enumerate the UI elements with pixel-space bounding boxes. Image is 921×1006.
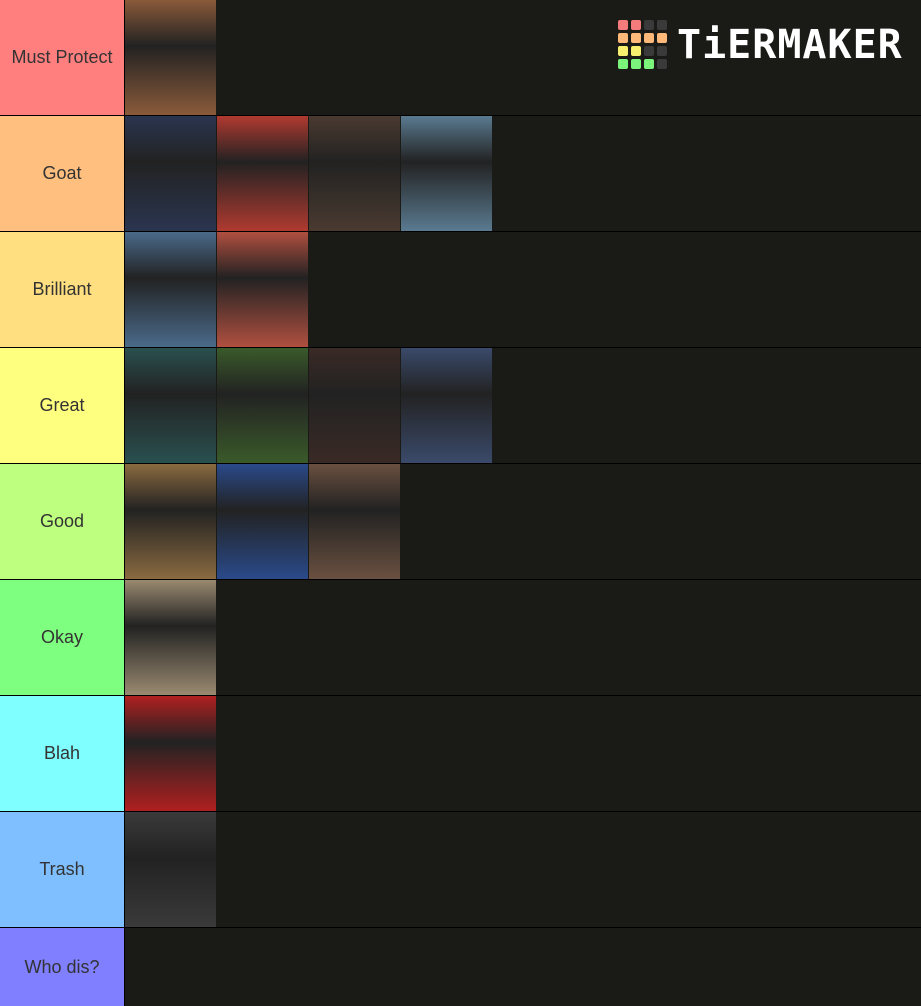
tier-items <box>125 464 921 579</box>
tier-row: Great <box>0 348 921 464</box>
tier-row: Goat <box>0 116 921 232</box>
character-image[interactable] <box>125 464 216 579</box>
tier-label[interactable]: Goat <box>0 116 125 231</box>
logo-cell <box>631 33 641 43</box>
character-image[interactable] <box>217 348 308 463</box>
tier-label[interactable]: Brilliant <box>0 232 125 347</box>
logo-cell <box>657 20 667 30</box>
tier-row: Brilliant <box>0 232 921 348</box>
character-image[interactable] <box>125 580 216 695</box>
logo-text: TiERMAKER <box>677 21 903 68</box>
character-image[interactable] <box>217 464 308 579</box>
tier-items <box>125 696 921 811</box>
logo-cell <box>657 46 667 56</box>
logo-cell <box>657 33 667 43</box>
character-image[interactable] <box>125 116 216 231</box>
tier-board: Must Protect Goat Brilliant Great Good Okay Bl… <box>0 0 921 1006</box>
tier-row: Okay <box>0 580 921 696</box>
character-image[interactable] <box>125 696 216 811</box>
tier-items <box>125 928 921 1006</box>
tier-row: Who dis? <box>0 928 921 1006</box>
tier-items <box>125 116 921 231</box>
logo-cell <box>618 20 628 30</box>
logo-cell <box>618 46 628 56</box>
logo-cell <box>644 46 654 56</box>
tier-label[interactable]: Okay <box>0 580 125 695</box>
logo-cell <box>657 59 667 69</box>
tier-label[interactable]: Blah <box>0 696 125 811</box>
character-image[interactable] <box>401 348 492 463</box>
character-image[interactable] <box>217 232 308 347</box>
character-image[interactable] <box>125 812 216 927</box>
logo-cell <box>644 33 654 43</box>
tier-row: Trash <box>0 812 921 928</box>
character-image[interactable] <box>125 348 216 463</box>
tier-label[interactable]: Great <box>0 348 125 463</box>
logo-cell <box>631 59 641 69</box>
tier-row: Good <box>0 464 921 580</box>
character-image[interactable] <box>125 232 216 347</box>
character-image[interactable] <box>309 464 400 579</box>
tier-items <box>125 348 921 463</box>
tier-items <box>125 580 921 695</box>
logo-cell <box>644 20 654 30</box>
tier-row: Blah <box>0 696 921 812</box>
logo-cell <box>618 59 628 69</box>
character-image[interactable] <box>217 116 308 231</box>
tier-label[interactable]: Good <box>0 464 125 579</box>
logo-cell <box>631 20 641 30</box>
logo-cell <box>631 46 641 56</box>
character-image[interactable] <box>401 116 492 231</box>
character-image[interactable] <box>309 348 400 463</box>
logo-cell <box>644 59 654 69</box>
tier-label[interactable]: Who dis? <box>0 928 125 1006</box>
tier-label[interactable]: Must Protect <box>0 0 125 115</box>
tier-items <box>125 812 921 927</box>
logo-grid-icon <box>618 20 667 69</box>
tier-label[interactable]: Trash <box>0 812 125 927</box>
character-image[interactable] <box>309 116 400 231</box>
tiermaker-logo[interactable]: TiERMAKER <box>618 20 903 69</box>
tier-items <box>125 232 921 347</box>
character-image[interactable] <box>125 0 216 115</box>
logo-cell <box>618 33 628 43</box>
